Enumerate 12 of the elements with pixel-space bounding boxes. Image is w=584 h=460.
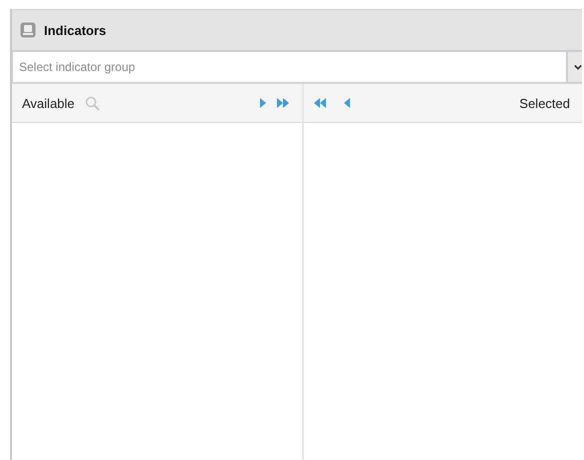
selected-label: Selected [519,96,570,110]
move-right-icon[interactable] [259,98,267,108]
move-all-left-icon[interactable] [314,98,327,108]
group-select-field[interactable]: Select indicator group [12,51,567,83]
dropdown-button[interactable] [567,51,582,83]
move-left-icon[interactable] [343,98,351,108]
chevron-down-icon [574,64,582,70]
available-label: Available [22,96,75,110]
search-icon[interactable] [84,96,100,110]
move-all-right-icon[interactable] [277,98,290,108]
screen-icon [20,22,36,38]
panel-title: Indicators [44,22,106,38]
